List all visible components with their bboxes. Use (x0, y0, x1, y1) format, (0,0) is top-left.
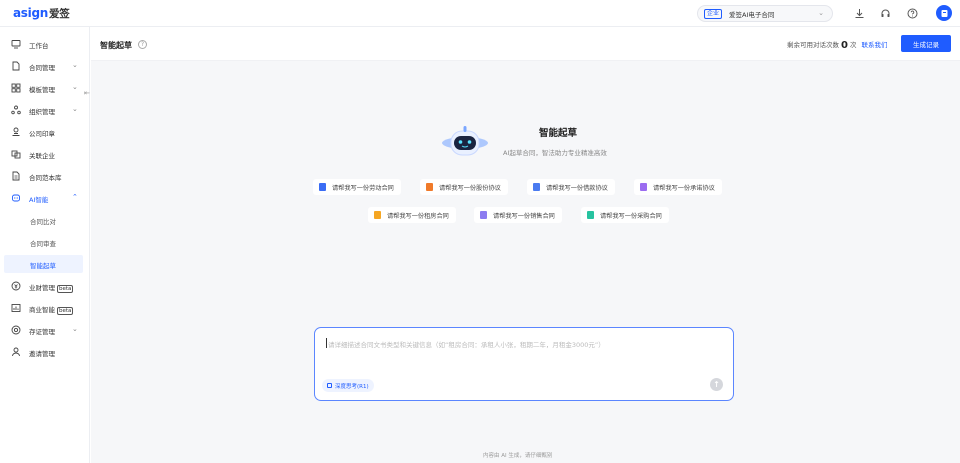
sidebar-item-organization[interactable]: 组织管理 ⌄ (0, 101, 90, 119)
page-header: 智能起草 ? 剩余可用对话次数 0 次联系我们 生成记录 (91, 27, 960, 61)
top-bar: asign爱签 企业 爱签AI电子合同 ⌄ (0, 0, 960, 27)
suggestion-loan-agreement[interactable]: 请帮我写一份借款协议 (527, 179, 615, 195)
linked-company-icon (11, 149, 21, 159)
beta-badge: beta (57, 285, 74, 293)
sidebar-item-linked-company[interactable]: 关联企业 (0, 145, 90, 163)
monitor-icon (11, 39, 21, 49)
arrow-up-icon: ↑ (713, 380, 720, 389)
document-icon (533, 183, 540, 191)
download-icon[interactable] (852, 6, 867, 21)
deep-think-icon (327, 383, 332, 388)
beta-badge: beta (57, 307, 74, 315)
sidebar-item-bi[interactable]: 商业智能 beta (0, 299, 90, 317)
page-title: 智能起草 (100, 41, 132, 50)
generation-history-button[interactable]: 生成记录 (901, 35, 951, 52)
sidebar-item-contracts[interactable]: 合同管理 ⌄ (0, 57, 90, 75)
sidebar-item-ai[interactable]: AI智能 ⌃ (0, 189, 90, 207)
prompt-input-box[interactable]: 请详细描述合同文书类型和关键信息（如“租房合同：承租人小张，租期二年，月租金30… (314, 327, 734, 401)
seal-icon (11, 127, 21, 137)
robot-mascot-icon (440, 123, 490, 159)
sidebar-item-evidence[interactable]: 存证管理 ⌄ (0, 321, 90, 339)
main-content (91, 61, 960, 463)
bi-icon (11, 303, 21, 313)
document-icon (640, 183, 647, 191)
sidebar-item-templates[interactable]: 模板管理 ⌄ (0, 79, 90, 97)
logo[interactable]: asign爱签 (13, 6, 70, 21)
sidebar-item-invite[interactable]: 邀请管理 (0, 343, 90, 361)
org-selector[interactable]: 企业 爱签AI电子合同 ⌄ (697, 5, 833, 22)
sidebar-item-contract-review[interactable]: 合同审查 (0, 233, 90, 251)
suggestion-rental-contract[interactable]: 请帮我写一份租房合同 (368, 207, 456, 223)
chevron-down-icon: ⌄ (72, 83, 78, 91)
chevron-down-icon: ⌄ (72, 61, 78, 69)
hero-subtitle: AI起草合同，智法助力专业精准高效 (503, 149, 607, 157)
house-icon (374, 211, 381, 219)
house-icon (426, 183, 433, 191)
sidebar: 工作台 合同管理 ⌄ 模板管理 ⌄ 组织管理 ⌄ 公司印章 关联企业 合同范本库… (0, 27, 90, 463)
deep-think-toggle[interactable]: 深度思考(R1) (322, 379, 374, 392)
avatar[interactable] (936, 5, 952, 21)
sidebar-item-workbench[interactable]: 工作台 (0, 35, 90, 53)
ai-icon (11, 193, 21, 203)
person-icon (319, 183, 326, 191)
sidebar-item-seal[interactable]: 公司印章 (0, 123, 90, 141)
chevron-down-icon: ⌄ (818, 9, 824, 17)
sidebar-item-smart-drafting[interactable]: 智能起草 (4, 255, 83, 273)
evidence-icon (11, 325, 21, 335)
template-icon (11, 83, 21, 93)
chevron-up-icon: ⌃ (72, 193, 78, 201)
suggestion-sales-contract[interactable]: 请帮我写一份销售合同 (474, 207, 562, 223)
org-icon (11, 105, 21, 115)
quota-count: 0 (841, 40, 848, 51)
sidebar-item-finance[interactable]: 业财管理 beta (0, 277, 90, 295)
prompt-placeholder: 请详细描述合同文书类型和关键信息（如“租房合同：承租人小张，租期二年，月租金30… (328, 341, 605, 349)
suggestion-commitment-agreement[interactable]: 请帮我写一份承诺协议 (634, 179, 722, 195)
ai-disclaimer: 内容由 AI 生成，请仔细甄别 (483, 453, 553, 459)
document-icon (11, 61, 21, 71)
headset-icon[interactable] (878, 6, 893, 21)
chevron-down-icon: ⌄ (72, 105, 78, 113)
help-circle-icon[interactable] (905, 6, 920, 21)
org-name: 爱签AI电子合同 (729, 10, 775, 19)
org-type-badge: 企业 (704, 8, 723, 19)
text-caret (326, 338, 327, 348)
suggestion-labor-contract[interactable]: 请帮我写一份劳动合同 (313, 179, 401, 195)
finance-icon (11, 281, 21, 291)
hero-title: 智能起草 (539, 128, 578, 139)
sidebar-item-contract-compare[interactable]: 合同比对 (0, 211, 90, 229)
help-icon[interactable]: ? (138, 40, 147, 49)
sidebar-item-template-library[interactable]: 合同范本库 (0, 167, 90, 185)
chevron-down-icon: ⌄ (72, 325, 78, 333)
invite-icon (11, 347, 21, 357)
contact-us-link[interactable]: 联系我们 (861, 41, 887, 49)
cart-icon (587, 211, 594, 219)
quota-info: 剩余可用对话次数 0 次联系我们 (787, 40, 888, 51)
suggestion-equity-agreement[interactable]: 请帮我写一份股份协议 (420, 179, 508, 195)
suggestion-purchase-contract[interactable]: 请帮我写一份采购合同 (581, 207, 669, 223)
collapse-sidebar-icon[interactable]: ⇤ (84, 89, 90, 97)
library-icon (11, 171, 21, 181)
send-button[interactable]: ↑ (710, 378, 723, 391)
document-icon (480, 211, 487, 219)
